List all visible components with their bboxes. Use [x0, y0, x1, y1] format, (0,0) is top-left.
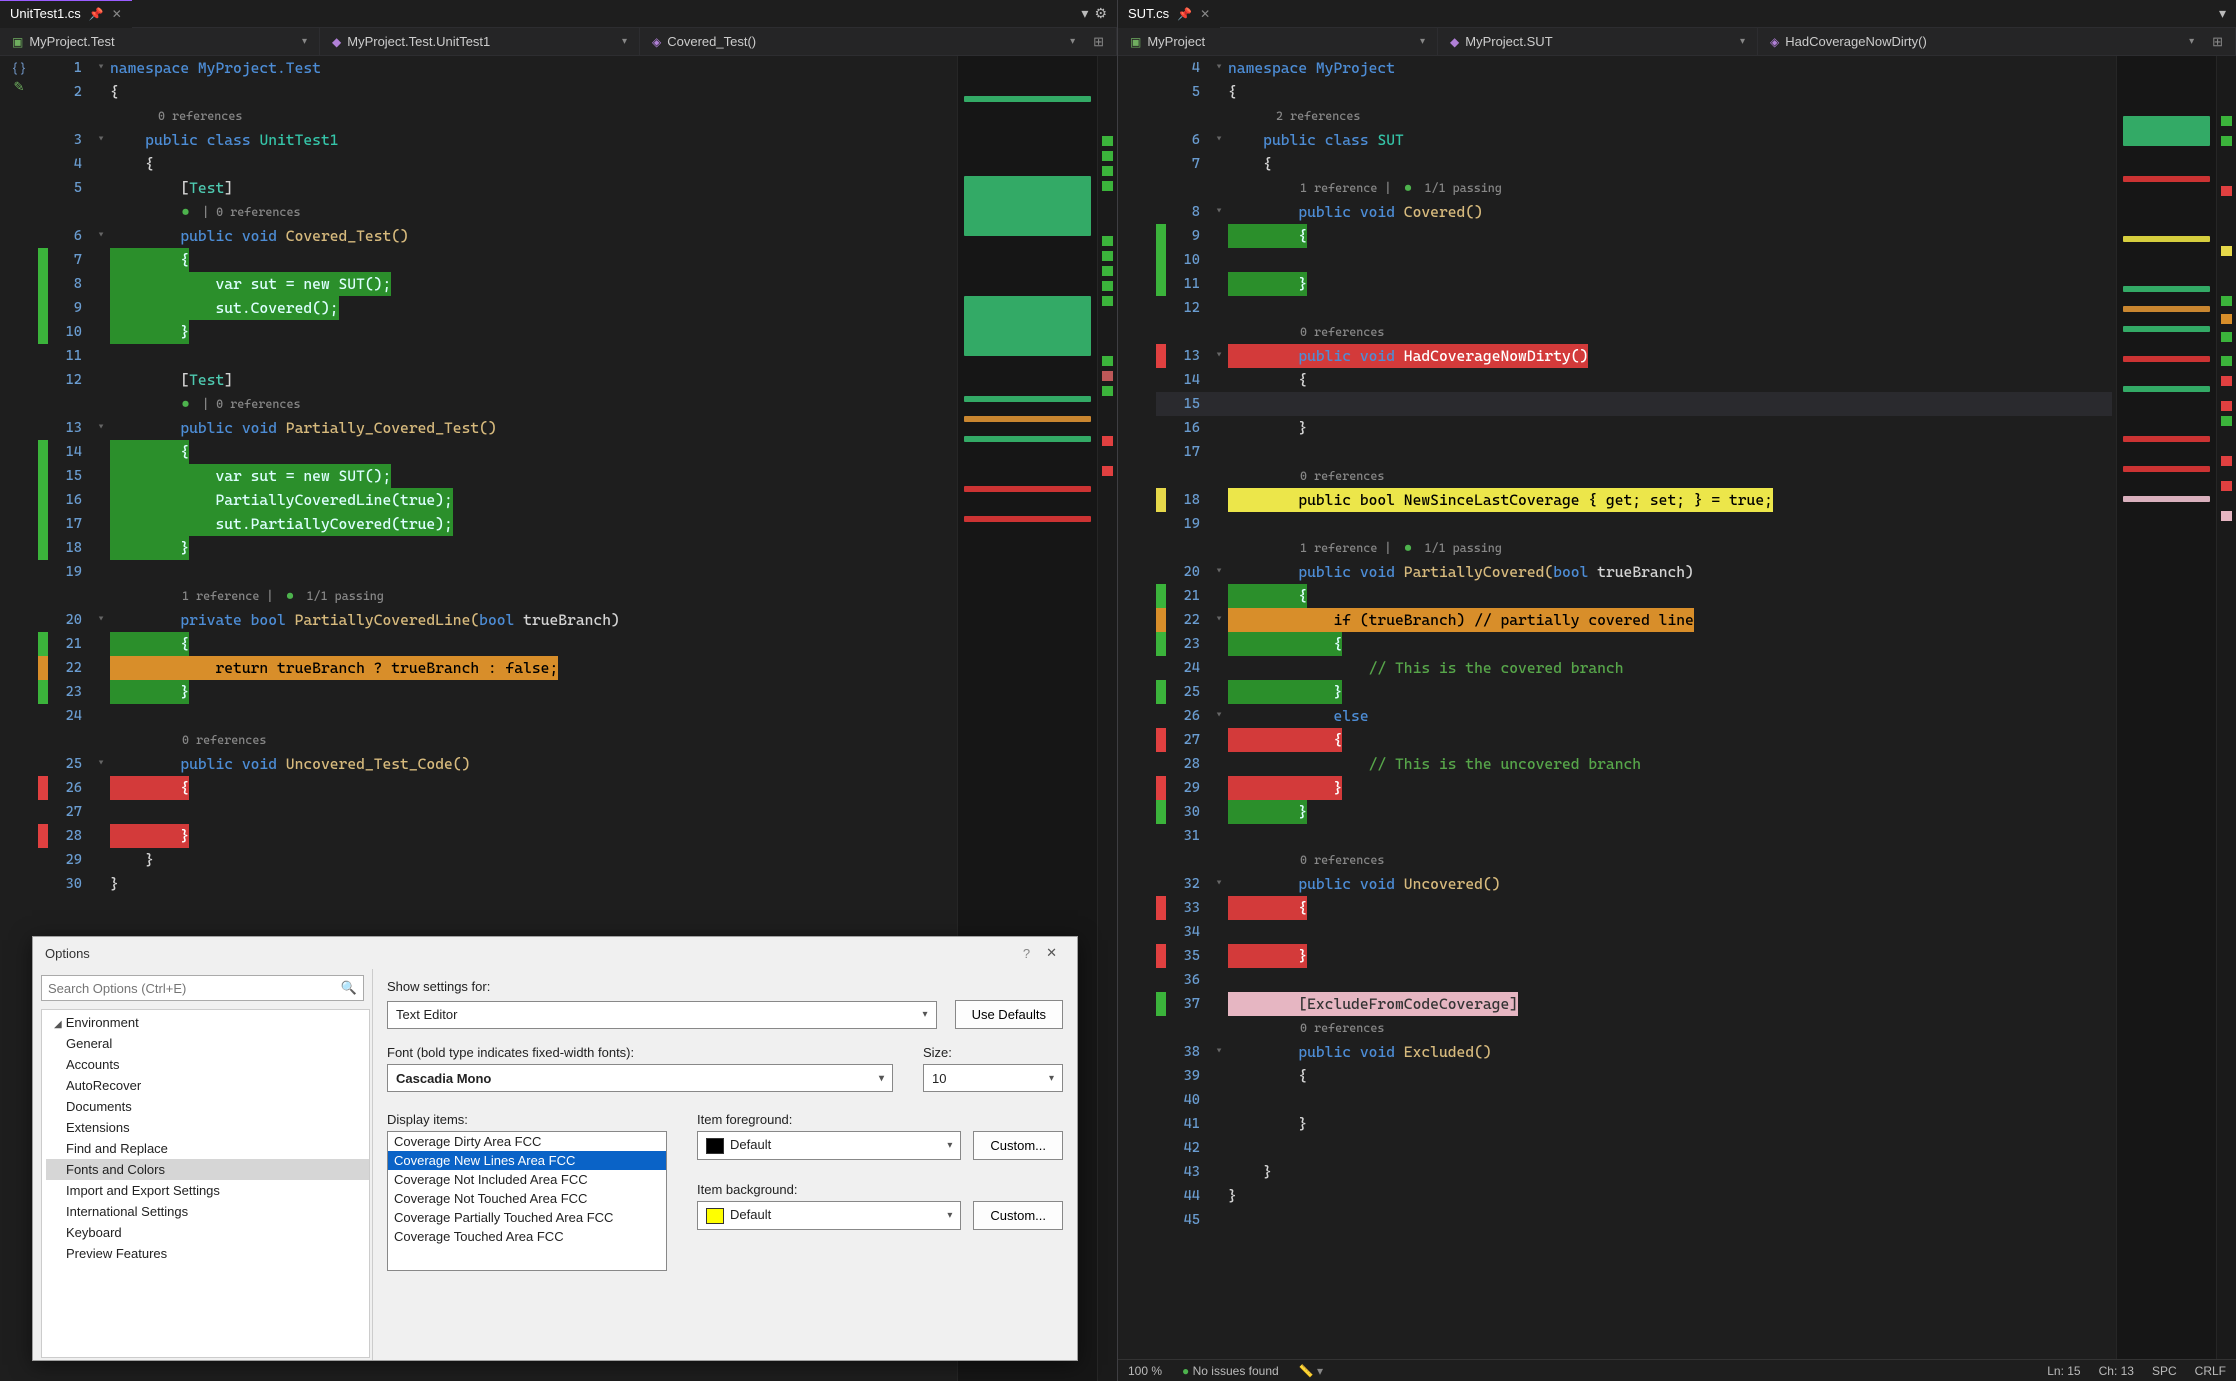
chevron-down-icon[interactable]: ▾	[1081, 5, 1088, 22]
tab-unittest1[interactable]: UnitTest1.cs 📌 ✕	[0, 0, 132, 28]
split-icon[interactable]: ⊞	[2212, 34, 2223, 50]
options-dialog: Options ? ✕ 🔍 ◢Environment General Accou…	[32, 936, 1078, 1361]
chevron-down-icon[interactable]: ▾	[2219, 5, 2226, 22]
status-zoom[interactable]: 100 %	[1128, 1364, 1162, 1378]
crumb-member[interactable]: ◈ HadCoverageNowDirty() ▾ ⊞	[1758, 28, 2236, 55]
fg-label: Item foreground:	[697, 1112, 1063, 1127]
tree-root[interactable]: ◢Environment	[46, 1012, 369, 1033]
color-swatch-yellow	[706, 1208, 724, 1224]
ruler-icon[interactable]: 📏 ▾	[1299, 1364, 1323, 1378]
close-icon[interactable]: ✕	[112, 7, 122, 21]
pin-icon[interactable]: 📌	[89, 7, 104, 21]
csharp-icon: ▣	[1130, 35, 1141, 49]
tree-item[interactable]: Import and Export Settings	[46, 1180, 369, 1201]
crumb-type[interactable]: ◆ MyProject.Test.UnitTest1 ▾	[320, 28, 640, 55]
tree-item[interactable]: Accounts	[46, 1054, 369, 1075]
chevron-down-icon: ▾	[2189, 36, 2194, 47]
csharp-icon: ▣	[12, 35, 23, 49]
split-icon[interactable]: ⊞	[1093, 34, 1104, 50]
fg-select[interactable]: Default▾	[697, 1131, 961, 1160]
crumb-project[interactable]: ▣ MyProject.Test ▾	[0, 28, 320, 55]
list-item[interactable]: Coverage New Lines Area FCC	[388, 1151, 666, 1170]
breadcrumb-right: ▣ MyProject ▾ ◆ MyProject.SUT ▾ ◈ HadCov…	[1118, 28, 2236, 56]
list-item[interactable]: Coverage Touched Area FCC	[388, 1227, 666, 1246]
bg-custom-button[interactable]: Custom...	[973, 1201, 1063, 1230]
bg-select[interactable]: Default▾	[697, 1201, 961, 1230]
color-swatch-black	[706, 1138, 724, 1154]
ok-icon: ●	[1182, 1364, 1189, 1378]
chevron-down-icon: ▾	[1070, 36, 1075, 47]
chevron-down-icon: ▾	[1740, 36, 1745, 47]
tab-title: UnitTest1.cs	[10, 6, 81, 21]
tree-item[interactable]: International Settings	[46, 1201, 369, 1222]
fg-custom-button[interactable]: Custom...	[973, 1131, 1063, 1160]
status-crlf[interactable]: CRLF	[2195, 1364, 2226, 1378]
list-item[interactable]: Coverage Dirty Area FCC	[388, 1132, 666, 1151]
tree-item[interactable]: Find and Replace	[46, 1138, 369, 1159]
method-icon: ◈	[652, 35, 661, 49]
tree-item[interactable]: Preview Features	[46, 1243, 369, 1264]
font-select[interactable]: Cascadia Mono▾	[387, 1064, 893, 1092]
search-icon: 🔍	[341, 980, 357, 996]
close-icon[interactable]: ✕	[1038, 945, 1065, 961]
list-item[interactable]: Coverage Partially Touched Area FCC	[388, 1208, 666, 1227]
method-icon: ◈	[1770, 35, 1779, 49]
tab-title: SUT.cs	[1128, 6, 1169, 21]
pass-icon: ●	[182, 200, 189, 224]
help-icon[interactable]: ?	[1015, 946, 1038, 961]
tree-item[interactable]: General	[46, 1033, 369, 1054]
status-bar: 100 % ● No issues found 📏 ▾ Ln: 15 Ch: 1…	[1118, 1359, 2236, 1381]
status-spc[interactable]: SPC	[2152, 1364, 2177, 1378]
pass-icon: ●	[286, 584, 293, 608]
status-issues[interactable]: No issues found	[1193, 1364, 1279, 1378]
search-input[interactable]	[48, 981, 341, 996]
pass-icon: ●	[1404, 536, 1411, 560]
brush-icon[interactable]: ✎	[14, 79, 25, 95]
dialog-title: Options	[45, 946, 90, 961]
overview-strip-right[interactable]	[2216, 56, 2236, 1381]
show-settings-label: Show settings for:	[387, 979, 1063, 994]
status-ln[interactable]: Ln: 15	[2047, 1364, 2080, 1378]
show-settings-select[interactable]: Text Editor▾	[387, 1001, 937, 1029]
tree-item[interactable]: AutoRecover	[46, 1075, 369, 1096]
class-icon: ◆	[332, 35, 341, 49]
status-ch[interactable]: Ch: 13	[2099, 1364, 2134, 1378]
namespace-icon: { }	[13, 60, 25, 75]
overview-strip-left[interactable]	[1097, 56, 1117, 1381]
size-select[interactable]: 10▾	[923, 1064, 1063, 1092]
crumb-member[interactable]: ◈ Covered_Test() ▾ ⊞	[640, 28, 1117, 55]
minimap-right[interactable]	[2116, 56, 2216, 1381]
tree-item[interactable]: Keyboard	[46, 1222, 369, 1243]
tab-row-left: UnitTest1.cs 📌 ✕ ▾ ⚙	[0, 0, 1117, 28]
pass-icon: ●	[182, 392, 189, 416]
tree-item[interactable]: Documents	[46, 1096, 369, 1117]
display-items-list[interactable]: Coverage Dirty Area FCC Coverage New Lin…	[387, 1131, 667, 1271]
crumb-type[interactable]: ◆ MyProject.SUT ▾	[1438, 28, 1758, 55]
class-icon: ◆	[1450, 35, 1459, 49]
use-defaults-button[interactable]: Use Defaults	[955, 1000, 1063, 1029]
tab-row-right: SUT.cs 📌 ✕ ▾	[1118, 0, 2236, 28]
tree-item[interactable]: Extensions	[46, 1117, 369, 1138]
bg-label: Item background:	[697, 1182, 1063, 1197]
code-editor-right[interactable]: 4▾namespace MyProject 5{ 2 references 6▾…	[1156, 56, 2112, 1381]
display-items-label: Display items:	[387, 1112, 667, 1127]
crumb-project[interactable]: ▣ MyProject ▾	[1118, 28, 1438, 55]
size-label: Size:	[923, 1045, 1063, 1060]
tree-item-fonts-colors[interactable]: Fonts and Colors	[46, 1159, 369, 1180]
search-options[interactable]: 🔍	[41, 975, 364, 1001]
tab-sut[interactable]: SUT.cs 📌 ✕	[1118, 0, 1220, 28]
pass-icon: ●	[1404, 176, 1411, 200]
chevron-down-icon: ▾	[1420, 36, 1425, 47]
font-label: Font (bold type indicates fixed-width fo…	[387, 1045, 893, 1060]
pin-icon[interactable]: 📌	[1177, 7, 1192, 21]
chevron-down-icon: ▾	[302, 36, 307, 47]
list-item[interactable]: Coverage Not Touched Area FCC	[388, 1189, 666, 1208]
options-tree[interactable]: ◢Environment General Accounts AutoRecove…	[41, 1009, 370, 1358]
breadcrumb-left: ▣ MyProject.Test ▾ ◆ MyProject.Test.Unit…	[0, 28, 1117, 56]
close-icon[interactable]: ✕	[1200, 7, 1210, 21]
gear-icon[interactable]: ⚙	[1094, 5, 1107, 22]
chevron-down-icon: ▾	[622, 36, 627, 47]
list-item[interactable]: Coverage Not Included Area FCC	[388, 1170, 666, 1189]
